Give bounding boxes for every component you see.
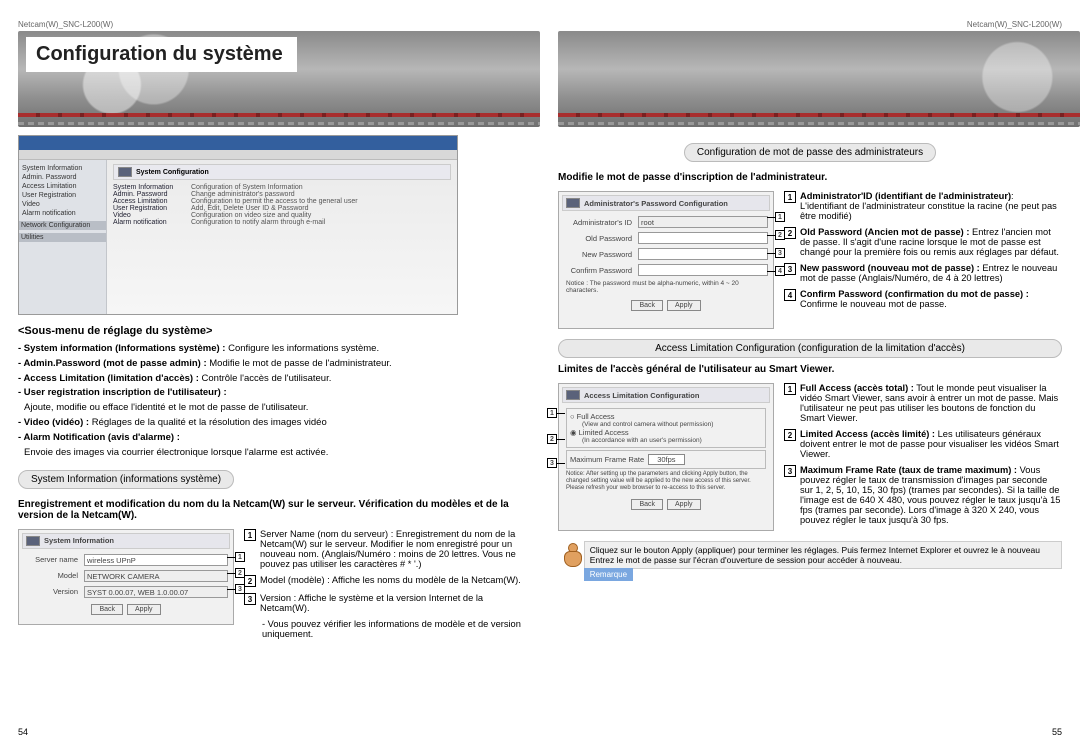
panel-icon <box>118 167 132 177</box>
sysinfo-screenshot: System Information Server namewireless U… <box>18 529 234 625</box>
header-right: Netcam(W)_SNC-L200(W) <box>558 20 1062 29</box>
header-left: Netcam(W)_SNC-L200(W) <box>18 20 522 29</box>
banner-title: Configuration du système <box>26 37 297 72</box>
remark: Cliquez sur le bouton Apply (appliquer) … <box>558 541 1062 581</box>
access-bold: Limites de l'accès général de l'utilisat… <box>558 364 1062 375</box>
back-button[interactable]: Back <box>631 300 663 311</box>
access-screenshot: Access Limitation Configuration ○ Full A… <box>558 383 774 531</box>
screenshot-nav: System Information Admin. Password Acces… <box>19 160 107 314</box>
panel-icon <box>566 198 580 208</box>
remark-label: Remarque <box>584 568 633 581</box>
panel-icon <box>566 390 580 400</box>
page-right: Netcam(W)_SNC-L200(W) Configuration de m… <box>540 0 1080 747</box>
person-icon <box>558 541 578 573</box>
access-pill: Access Limitation Configuration (configu… <box>558 339 1062 358</box>
sysinfo-numlist: 1Server Name (nom du serveur) : Enregist… <box>244 529 522 639</box>
page-spread: Netcam(W)_SNC-L200(W) Configuration du s… <box>0 0 1080 747</box>
submenu-heading: <Sous-menu de réglage du système> <box>18 325 522 337</box>
apply-button[interactable]: Apply <box>667 300 701 311</box>
remark-text: Cliquez sur le bouton Apply (appliquer) … <box>584 541 1062 569</box>
back-button[interactable]: Back <box>631 499 663 510</box>
banner-right <box>558 31 1080 127</box>
submenu-list: - System information (Informations systè… <box>18 343 522 460</box>
admin-pill: Configuration de mot de passe des admini… <box>684 143 936 162</box>
apply-button[interactable]: Apply <box>127 604 161 615</box>
screenshot-content: System Configuration System InformationC… <box>107 160 457 314</box>
pagenum-right: 55 <box>1052 727 1062 737</box>
main-screenshot: System Information Admin. Password Acces… <box>18 135 458 315</box>
admin-bold: Modifie le mot de passe d'inscription de… <box>558 172 1062 183</box>
banner: Configuration du système <box>18 31 540 127</box>
admin-numlist: 1Administrator'ID (identifiant de l'admi… <box>784 191 1062 309</box>
admin-screenshot: Administrator's Password Configuration A… <box>558 191 774 329</box>
access-numlist: 1Full Access (accès total) : Tout le mon… <box>784 383 1062 525</box>
back-button[interactable]: Back <box>91 604 123 615</box>
apply-button[interactable]: Apply <box>667 499 701 510</box>
pagenum-left: 54 <box>18 727 28 737</box>
page-left: Netcam(W)_SNC-L200(W) Configuration du s… <box>0 0 540 747</box>
sysinfo-pill: System Information (informations système… <box>18 470 234 489</box>
sysinfo-bold: Enregistrement et modification du nom du… <box>18 499 522 521</box>
panel-icon <box>26 536 40 546</box>
